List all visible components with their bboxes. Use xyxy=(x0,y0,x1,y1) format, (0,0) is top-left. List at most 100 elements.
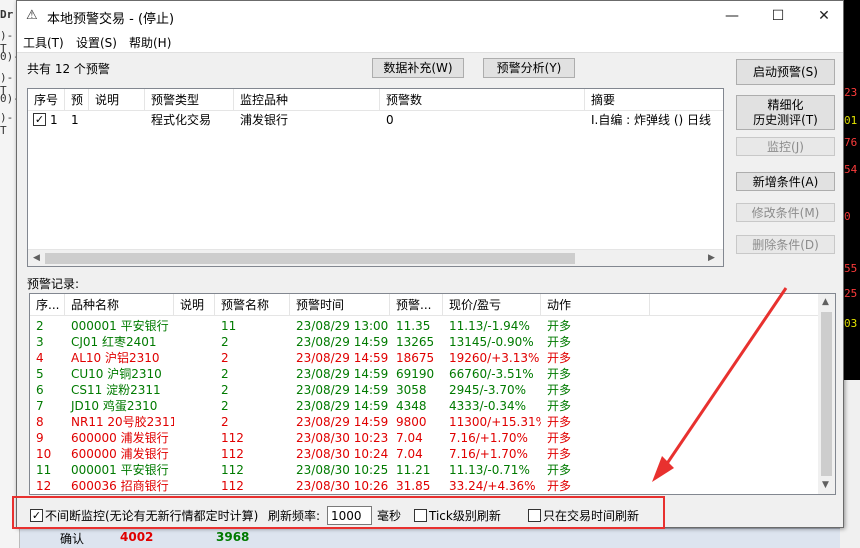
log-col-pnl[interactable]: 现价/盈亏 xyxy=(443,294,541,316)
log-alert: 2 xyxy=(221,399,229,413)
log-note xyxy=(174,334,215,350)
bg-quote: 76 xyxy=(844,136,858,149)
log-price: 18675 xyxy=(396,351,435,365)
scroll-left-icon[interactable]: ◀ xyxy=(33,253,40,263)
col-count[interactable]: 预警数 xyxy=(380,89,585,111)
log-seq: 7 xyxy=(36,399,44,413)
menu-tools[interactable]: 工具(T) xyxy=(23,34,64,51)
alert-count-label: 共有 12 个预警 xyxy=(27,62,110,76)
monitor-button[interactable]: 监控(J) xyxy=(736,137,835,156)
log-row[interactable]: 11 000001 平安银行 112 23/08/30 10:25 11.21 11.13… xyxy=(30,462,818,478)
horizontal-scrollbar[interactable]: ◀ ▶ xyxy=(28,249,723,266)
scroll-up-icon[interactable]: ▲ xyxy=(822,297,829,307)
log-row[interactable]: 8 NR11 20号胶2311 2 23/08/29 14:59 9800 11300/+… xyxy=(30,414,818,430)
log-price: 11.21 xyxy=(396,463,431,477)
close-button[interactable]: ✕ xyxy=(801,1,847,31)
backtest-label: 历史测评(T) xyxy=(753,113,818,127)
log-col-name[interactable]: 品种名称 xyxy=(65,294,174,316)
log-alert: 112 xyxy=(221,447,244,461)
scroll-thumb[interactable] xyxy=(45,253,575,264)
bg-label: 确认 xyxy=(60,532,85,546)
log-alert: 2 xyxy=(221,383,229,397)
modify-condition-button[interactable]: 修改条件(M) xyxy=(736,203,835,222)
scroll-down-icon[interactable]: ▼ xyxy=(822,480,829,490)
log-col-action[interactable]: 动作 xyxy=(541,294,650,316)
log-note xyxy=(174,350,215,366)
log-action: 开多 xyxy=(547,335,572,349)
col-pre[interactable]: 预 xyxy=(65,89,89,111)
log-pnl: 7.16/+1.70% xyxy=(449,447,528,461)
log-row[interactable]: 9 600000 浦发银行 112 23/08/30 10:23 7.04 7.16/+1… xyxy=(30,430,818,446)
vertical-scrollbar[interactable]: ▲ ▼ xyxy=(818,294,835,494)
menu-help[interactable]: 帮助(H) xyxy=(129,34,171,51)
log-action: 开多 xyxy=(547,319,572,333)
log-name: 600000 浦发银行 xyxy=(71,447,169,461)
log-row[interactable]: 10 600000 浦发银行 112 23/08/30 10:24 7.04 7.16/+… xyxy=(30,446,818,462)
log-price: 3058 xyxy=(396,383,427,397)
alert-row[interactable]: ✓ 1 1 程式化交易 浦发银行 0 I.自编 : 炸弹线 () 日线 xyxy=(28,112,723,128)
fill-data-button[interactable]: 数据补充(W) xyxy=(372,58,464,78)
alert-analysis-button[interactable]: 预警分析(Y) xyxy=(483,58,575,78)
alert-list: 序号 预 说明 预警类型 监控品种 预警数 摘要 ✓ 1 1 程式化交易 浦发银… xyxy=(27,88,724,267)
log-row[interactable]: 2 000001 平安银行 11 23/08/29 13:00 11.35 11.13/-… xyxy=(30,318,818,334)
log-time: 23/08/29 14:59 xyxy=(296,415,389,429)
col-type[interactable]: 预警类型 xyxy=(145,89,234,111)
alert-list-header: 序号 预 说明 预警类型 监控品种 预警数 摘要 xyxy=(28,89,723,111)
log-col-price[interactable]: 预警... xyxy=(390,294,443,316)
log-row[interactable]: 5 CU10 沪铜2310 2 23/08/29 14:59 69190 66760/-3… xyxy=(30,366,818,382)
log-price: 4348 xyxy=(396,399,427,413)
log-col-note[interactable]: 说明 xyxy=(174,294,215,316)
refine-backtest-button[interactable]: 精细化 历史测评(T) xyxy=(736,95,835,130)
log-row[interactable]: 4 AL10 沪铝2310 2 23/08/29 14:59 18675 19260/+3… xyxy=(30,350,818,366)
log-seq: 11 xyxy=(36,463,52,477)
alert-note xyxy=(89,112,145,128)
log-row[interactable]: 6 CS11 淀粉2311 2 23/08/29 14:59 3058 2945/-3.7… xyxy=(30,382,818,398)
log-pnl: 66760/-3.51% xyxy=(449,367,534,381)
log-note xyxy=(174,414,215,430)
add-condition-button[interactable]: 新增条件(A) xyxy=(736,172,835,191)
log-seq: 5 xyxy=(36,367,44,381)
col-item[interactable]: 监控品种 xyxy=(234,89,380,111)
alert-log-label: 预警记录: xyxy=(27,277,80,291)
col-note[interactable]: 说明 xyxy=(89,89,145,111)
log-time: 23/08/30 10:23 xyxy=(296,431,389,445)
log-time: 23/08/30 10:26 xyxy=(296,479,389,493)
log-note xyxy=(174,366,215,382)
log-col-time[interactable]: 预警时间 xyxy=(290,294,390,316)
log-pnl: 13145/-0.90% xyxy=(449,335,534,349)
log-row[interactable]: 12 600036 招商银行 112 23/08/30 10:26 31.85 33.24… xyxy=(30,478,818,494)
log-time: 23/08/29 14:59 xyxy=(296,351,389,365)
title-bar[interactable]: ⚠ 本地预警交易 - (停止) — ☐ ✕ xyxy=(17,1,843,31)
log-col-seq[interactable]: 序... xyxy=(30,294,65,316)
menu-settings[interactable]: 设置(S) xyxy=(76,34,117,51)
maximize-button[interactable]: ☐ xyxy=(755,1,801,31)
log-pnl: 19260/+3.13% xyxy=(449,351,540,365)
log-time: 23/08/29 14:59 xyxy=(296,335,389,349)
col-seq[interactable]: 序号 xyxy=(28,89,65,111)
scroll-right-icon[interactable]: ▶ xyxy=(708,253,715,263)
log-header: 序... 品种名称 说明 预警名称 预警时间 预警... 现价/盈亏 动作 xyxy=(30,294,818,316)
log-note xyxy=(174,478,215,494)
col-summary[interactable]: 摘要 xyxy=(585,89,723,111)
alert-log-list: 序... 品种名称 说明 预警名称 预警时间 预警... 现价/盈亏 动作 2 0… xyxy=(29,293,836,495)
log-name: CU10 沪铜2310 xyxy=(71,367,162,381)
log-row[interactable]: 7 JD10 鸡蛋2310 2 23/08/29 14:59 4348 4333/-0.3… xyxy=(30,398,818,414)
delete-condition-button[interactable]: 删除条件(D) xyxy=(736,235,835,254)
start-alert-button[interactable]: 启动预警(S) xyxy=(736,59,835,85)
log-alert: 2 xyxy=(221,415,229,429)
log-price: 13265 xyxy=(396,335,435,349)
log-col-alert[interactable]: 预警名称 xyxy=(215,294,290,316)
minimize-button[interactable]: — xyxy=(709,1,755,31)
scroll-thumb[interactable] xyxy=(821,312,832,476)
log-seq: 6 xyxy=(36,383,44,397)
log-name: NR11 20号胶2311 xyxy=(71,415,174,429)
log-name: 000001 平安银行 xyxy=(71,463,169,477)
menu-bar: 工具(T) 设置(S) 帮助(H) xyxy=(17,31,843,53)
log-alert: 2 xyxy=(221,335,229,349)
log-pnl: 11.13/-0.71% xyxy=(449,463,530,477)
refine-label: 精细化 xyxy=(767,98,804,112)
log-row[interactable]: 3 CJ01 红枣2401 2 23/08/29 14:59 13265 13145/-0… xyxy=(30,334,818,350)
log-note xyxy=(174,398,215,414)
log-seq: 8 xyxy=(36,415,44,429)
log-name: AL10 沪铝2310 xyxy=(71,351,160,365)
